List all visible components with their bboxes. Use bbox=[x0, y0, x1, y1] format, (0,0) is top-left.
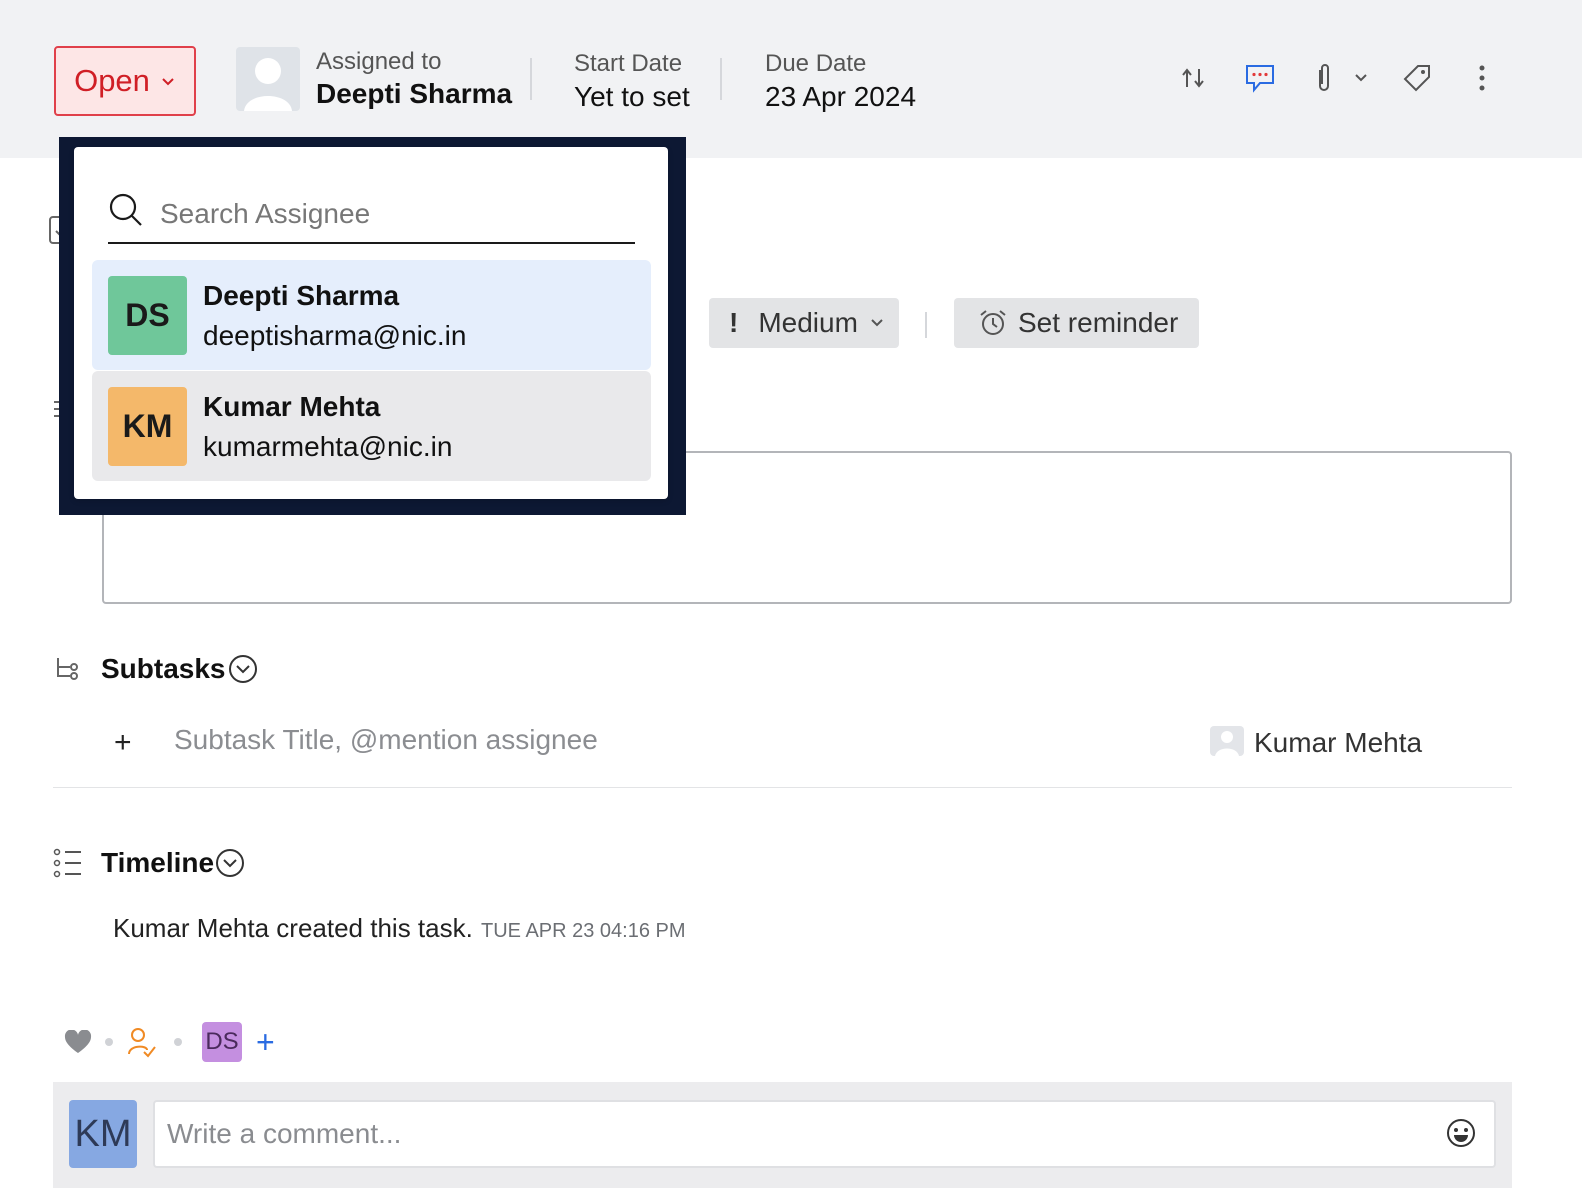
timeline-icon bbox=[53, 848, 83, 883]
separator-dot bbox=[105, 1038, 113, 1046]
more-vertical-icon[interactable] bbox=[1464, 60, 1500, 96]
avatar: KM bbox=[69, 1100, 137, 1168]
timeline-title: Timeline bbox=[101, 847, 215, 878]
follower-avatar[interactable]: DS bbox=[202, 1022, 242, 1062]
assignee-option[interactable]: KM Kumar Mehta kumarmehta@nic.in bbox=[92, 371, 651, 481]
assignee-option-name: Deepti Sharma bbox=[203, 280, 400, 311]
add-follower-button[interactable]: + bbox=[256, 1024, 275, 1060]
avatar: DS bbox=[108, 276, 187, 355]
swap-icon[interactable] bbox=[1176, 60, 1212, 96]
priority-dropdown[interactable]: ! Medium bbox=[709, 298, 899, 348]
priority-label: Medium bbox=[758, 307, 858, 338]
search-icon bbox=[109, 193, 142, 226]
reminder-label: Set reminder bbox=[1018, 307, 1179, 338]
assignee-option[interactable]: DS Deepti Sharma deeptisharma@nic.in bbox=[92, 260, 651, 370]
comment-input[interactable]: Write a comment... bbox=[153, 1100, 1496, 1168]
divider bbox=[925, 312, 927, 338]
tag-icon[interactable] bbox=[1399, 60, 1435, 96]
comment-dots-icon[interactable] bbox=[1242, 60, 1278, 96]
due-date-label: Due Date bbox=[765, 50, 867, 77]
chevron-circle-down-icon[interactable] bbox=[228, 654, 258, 689]
assignee-option-email: kumarmehta@nic.in bbox=[203, 431, 453, 462]
attachment-icon[interactable] bbox=[1306, 60, 1342, 96]
status-dropdown-button[interactable]: Open bbox=[54, 46, 196, 116]
assignee-option-email: deeptisharma@nic.in bbox=[203, 320, 467, 351]
exclamation-icon: ! bbox=[729, 307, 739, 338]
user-placeholder-icon bbox=[244, 58, 292, 111]
subtasks-title: Subtasks bbox=[101, 653, 226, 684]
chevron-circle-down-icon[interactable] bbox=[215, 848, 245, 883]
start-date-label: Start Date bbox=[574, 50, 683, 77]
chevron-down-icon[interactable] bbox=[1346, 60, 1376, 96]
assignee-option-name: Kumar Mehta bbox=[203, 391, 381, 422]
user-placeholder-icon[interactable] bbox=[1210, 726, 1244, 761]
avatar: KM bbox=[108, 387, 187, 466]
alarm-icon bbox=[980, 310, 1006, 335]
task-header: Open Assigned to Deepti Sharma Start Dat… bbox=[0, 0, 1582, 158]
emoji-icon[interactable] bbox=[1444, 1116, 1478, 1150]
heart-icon[interactable] bbox=[64, 1029, 92, 1059]
divider bbox=[53, 787, 1512, 788]
subtask-title-input[interactable]: Subtask Title, @mention assignee bbox=[174, 724, 598, 756]
assignee-avatar[interactable] bbox=[236, 47, 300, 111]
assignee-search-field[interactable] bbox=[108, 186, 635, 244]
assignee-search-input[interactable] bbox=[160, 198, 620, 230]
assigned-to-name[interactable]: Deepti Sharma bbox=[316, 78, 512, 110]
follower-icon[interactable] bbox=[127, 1026, 157, 1063]
set-reminder-button[interactable]: Set reminder bbox=[954, 298, 1199, 348]
separator-dot bbox=[174, 1038, 182, 1046]
divider bbox=[720, 58, 722, 100]
status-label: Open bbox=[74, 63, 150, 98]
add-subtask-button[interactable]: + bbox=[114, 726, 132, 760]
assigned-to-label: Assigned to bbox=[316, 48, 442, 75]
subtask-assignee-name[interactable]: Kumar Mehta bbox=[1254, 727, 1422, 759]
divider bbox=[530, 58, 532, 100]
chevron-down-icon bbox=[871, 319, 883, 327]
chevron-down-icon bbox=[162, 78, 174, 86]
subtasks-icon bbox=[54, 656, 80, 687]
due-date-value[interactable]: 23 Apr 2024 bbox=[765, 81, 916, 113]
timeline-entry-time: TUE APR 23 04:16 PM bbox=[481, 920, 686, 942]
start-date-value[interactable]: Yet to set bbox=[574, 81, 690, 113]
timeline-entry-text: Kumar Mehta created this task. bbox=[113, 913, 473, 943]
